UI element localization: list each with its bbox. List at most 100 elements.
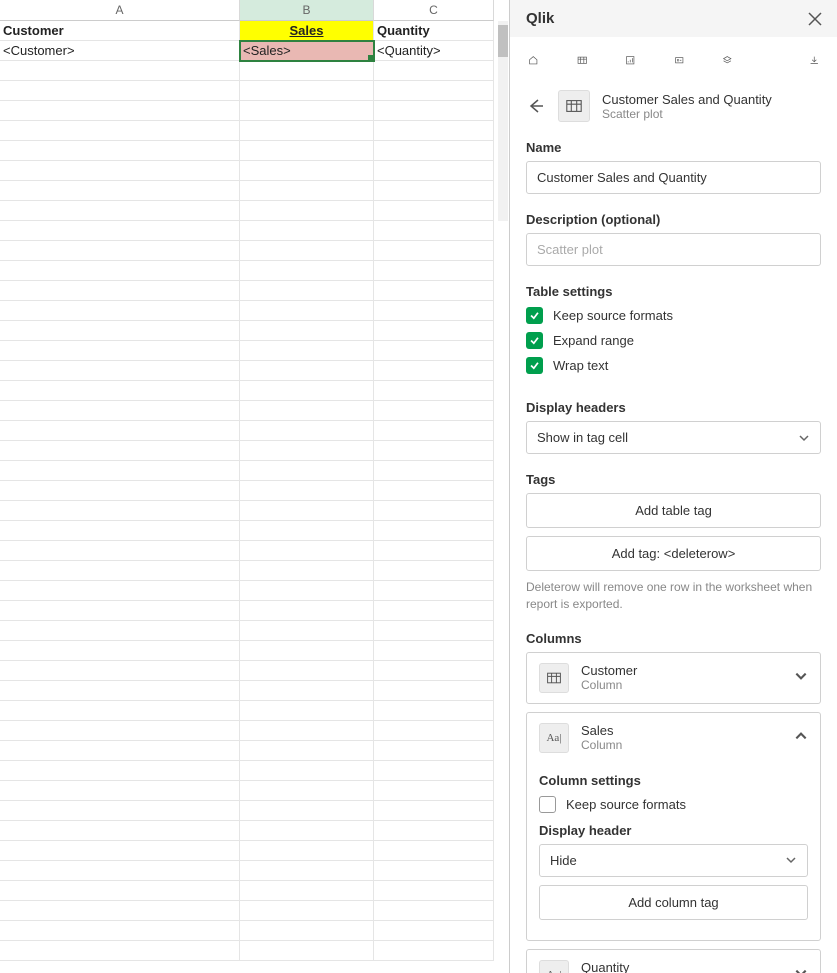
empty-cell[interactable] (0, 301, 240, 321)
cell-b2-selected[interactable]: <Sales> (240, 41, 374, 61)
empty-cell[interactable] (240, 461, 374, 481)
empty-cell[interactable] (0, 201, 240, 221)
empty-cell[interactable] (374, 61, 494, 81)
empty-cell[interactable] (0, 721, 240, 741)
empty-cell[interactable] (0, 561, 240, 581)
empty-cell[interactable] (0, 641, 240, 661)
back-arrow-icon[interactable] (526, 96, 546, 116)
wrap-text-checkbox[interactable] (526, 357, 543, 374)
empty-cell[interactable] (374, 801, 494, 821)
empty-cell[interactable] (374, 141, 494, 161)
empty-cell[interactable] (240, 921, 374, 941)
expand-range-checkbox[interactable] (526, 332, 543, 349)
empty-cell[interactable] (240, 201, 374, 221)
empty-cell[interactable] (374, 761, 494, 781)
column-item-sales-header[interactable]: Aa| Sales Column (527, 713, 820, 763)
empty-cell[interactable] (240, 361, 374, 381)
empty-cell[interactable] (240, 581, 374, 601)
empty-cell[interactable] (0, 581, 240, 601)
empty-cell[interactable] (374, 121, 494, 141)
empty-cell[interactable] (0, 881, 240, 901)
empty-cell[interactable] (240, 81, 374, 101)
empty-cell[interactable] (0, 361, 240, 381)
empty-cell[interactable] (240, 641, 374, 661)
empty-cell[interactable] (0, 461, 240, 481)
empty-cell[interactable] (240, 721, 374, 741)
empty-cell[interactable] (374, 641, 494, 661)
empty-cell[interactable] (374, 161, 494, 181)
empty-cell[interactable] (240, 821, 374, 841)
empty-cell[interactable] (374, 481, 494, 501)
empty-cell[interactable] (240, 501, 374, 521)
empty-cell[interactable] (0, 501, 240, 521)
empty-cell[interactable] (0, 421, 240, 441)
empty-cell[interactable] (374, 681, 494, 701)
empty-cell[interactable] (374, 941, 494, 961)
name-input[interactable] (526, 161, 821, 194)
empty-cell[interactable] (374, 321, 494, 341)
empty-cell[interactable] (374, 441, 494, 461)
keep-source-formats-checkbox[interactable] (526, 307, 543, 324)
empty-cell[interactable] (374, 901, 494, 921)
empty-cell[interactable] (240, 841, 374, 861)
empty-cell[interactable] (240, 301, 374, 321)
add-deleterow-tag-button[interactable]: Add tag: <deleterow> (526, 536, 821, 571)
empty-cell[interactable] (240, 281, 374, 301)
empty-cell[interactable] (240, 421, 374, 441)
empty-cell[interactable] (240, 761, 374, 781)
empty-cell[interactable] (240, 901, 374, 921)
empty-cell[interactable] (0, 761, 240, 781)
empty-cell[interactable] (240, 801, 374, 821)
empty-cell[interactable] (0, 61, 240, 81)
empty-cell[interactable] (240, 141, 374, 161)
scrollbar-thumb[interactable] (498, 25, 508, 57)
col-keep-source-checkbox[interactable] (539, 796, 556, 813)
empty-cell[interactable] (374, 721, 494, 741)
empty-cell[interactable] (374, 401, 494, 421)
empty-cell[interactable] (0, 601, 240, 621)
empty-cell[interactable] (0, 321, 240, 341)
download-icon[interactable] (809, 51, 820, 69)
empty-cell[interactable] (374, 741, 494, 761)
empty-cell[interactable] (0, 821, 240, 841)
empty-cell[interactable] (374, 561, 494, 581)
empty-cell[interactable] (240, 261, 374, 281)
empty-cell[interactable] (240, 401, 374, 421)
add-column-tag-button[interactable]: Add column tag (539, 885, 808, 920)
empty-cell[interactable] (240, 321, 374, 341)
empty-cell[interactable] (374, 541, 494, 561)
column-item-quantity[interactable]: Aa| Quantity Column (526, 949, 821, 973)
empty-cell[interactable] (240, 521, 374, 541)
vertical-scrollbar[interactable] (498, 21, 508, 221)
empty-cell[interactable] (0, 261, 240, 281)
empty-cell[interactable] (0, 661, 240, 681)
empty-cell[interactable] (0, 221, 240, 241)
empty-cell[interactable] (0, 781, 240, 801)
table-icon[interactable] (577, 51, 588, 69)
cell-b1[interactable]: Sales (240, 21, 374, 41)
empty-cell[interactable] (0, 101, 240, 121)
empty-cell[interactable] (0, 941, 240, 961)
empty-cell[interactable] (0, 281, 240, 301)
variable-icon[interactable] (674, 51, 685, 69)
add-table-tag-button[interactable]: Add table tag (526, 493, 821, 528)
empty-cell[interactable] (374, 201, 494, 221)
empty-cell[interactable] (240, 541, 374, 561)
empty-cell[interactable] (374, 341, 494, 361)
empty-cell[interactable] (240, 241, 374, 261)
empty-cell[interactable] (240, 181, 374, 201)
empty-cell[interactable] (0, 921, 240, 941)
column-item-customer[interactable]: Customer Column (526, 652, 821, 704)
empty-cell[interactable] (0, 621, 240, 641)
empty-cell[interactable] (0, 181, 240, 201)
description-input[interactable] (526, 233, 821, 266)
empty-cell[interactable] (374, 81, 494, 101)
empty-cell[interactable] (374, 841, 494, 861)
empty-cell[interactable] (240, 381, 374, 401)
empty-cell[interactable] (240, 221, 374, 241)
empty-cell[interactable] (240, 161, 374, 181)
empty-cell[interactable] (374, 361, 494, 381)
empty-cell[interactable] (0, 741, 240, 761)
chart-icon[interactable] (625, 51, 636, 69)
cell-a1[interactable]: Customer (0, 21, 240, 41)
